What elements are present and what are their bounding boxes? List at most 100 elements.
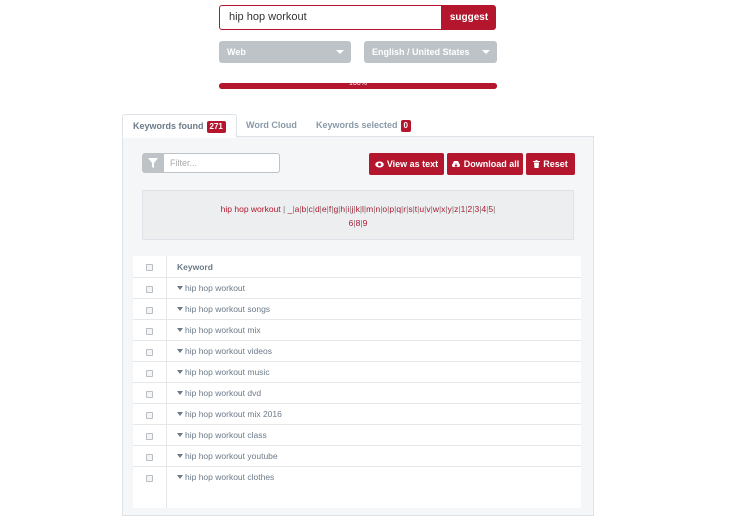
row-checkbox[interactable] xyxy=(146,349,153,356)
row-checkbox-cell xyxy=(133,404,167,424)
language-select[interactable]: English / United States xyxy=(364,41,497,63)
caret-down-icon xyxy=(177,328,183,332)
row-checkbox-cell xyxy=(133,299,167,319)
keyword-link[interactable]: hip hop workout songs xyxy=(177,299,270,320)
keyword-link[interactable]: hip hop workout class xyxy=(177,425,267,446)
table-row: hip hop workout videos xyxy=(133,341,581,362)
suggest-button[interactable]: suggest xyxy=(442,5,496,30)
keyword-link[interactable]: hip hop workout clothes xyxy=(177,467,274,488)
alphabet-separator: | xyxy=(280,204,288,214)
keyword-link[interactable]: hip hop workout mix xyxy=(177,320,261,341)
row-checkbox[interactable] xyxy=(146,433,153,440)
tab-word-cloud[interactable]: Word Cloud xyxy=(246,114,297,136)
chevron-down-icon xyxy=(482,50,490,54)
row-checkbox-cell xyxy=(133,320,167,340)
table-row: hip hop workout clothes xyxy=(133,467,581,488)
row-checkbox[interactable] xyxy=(146,391,153,398)
row-checkbox-cell xyxy=(133,341,167,361)
tab-keywords-selected[interactable]: Keywords selected 0 xyxy=(316,114,411,136)
keyword-text: hip hop workout mix 2016 xyxy=(185,409,282,419)
caret-down-icon xyxy=(177,433,183,437)
tab-keywords-found-label: Keywords found xyxy=(133,121,204,131)
row-checkbox[interactable] xyxy=(146,307,153,314)
funnel-icon xyxy=(142,153,164,173)
row-checkbox-cell xyxy=(133,467,167,487)
keyword-link[interactable]: hip hop workout dvd xyxy=(177,383,261,404)
row-checkbox[interactable] xyxy=(146,328,153,335)
source-select-value: Web xyxy=(227,47,246,57)
keywords-found-count-badge: 271 xyxy=(206,120,226,133)
keyword-text: hip hop workout clothes xyxy=(185,472,275,482)
keywords-selected-count-badge: 0 xyxy=(400,119,411,132)
table-empty-area xyxy=(133,487,581,508)
progress-bar: 100% xyxy=(219,80,497,89)
caret-down-icon xyxy=(177,286,183,290)
row-checkbox-cell xyxy=(133,425,167,445)
caret-down-icon xyxy=(177,349,183,353)
tab-keywords-selected-label: Keywords selected xyxy=(316,120,398,130)
keyword-text: hip hop workout mix xyxy=(185,325,261,335)
progress-label: 100% xyxy=(349,80,367,87)
filter-input[interactable]: Filter... xyxy=(164,153,280,173)
caret-down-icon xyxy=(177,391,183,395)
row-checkbox-cell xyxy=(133,383,167,403)
cloud-download-icon xyxy=(451,160,460,168)
table-row: hip hop workout music xyxy=(133,362,581,383)
keyword-text: hip hop workout class xyxy=(185,430,267,440)
empty-checkbox-column xyxy=(133,487,167,508)
caret-down-icon xyxy=(177,454,183,458)
caret-down-icon xyxy=(177,307,183,311)
row-checkbox[interactable] xyxy=(146,412,153,419)
tab-keywords-found[interactable]: Keywords found 271 xyxy=(122,114,237,138)
search-input[interactable]: hip hop workout xyxy=(219,5,442,30)
caret-down-icon xyxy=(177,475,183,479)
keyword-text: hip hop workout dvd xyxy=(185,388,262,398)
keyword-column-header[interactable]: Keyword xyxy=(177,256,213,278)
reset-button[interactable]: Reset xyxy=(526,153,575,175)
table-row: hip hop workout mix xyxy=(133,320,581,341)
row-checkbox[interactable] xyxy=(146,370,153,377)
view-as-text-label: View as text xyxy=(386,159,439,169)
source-select[interactable]: Web xyxy=(219,41,351,63)
chevron-down-icon xyxy=(336,50,344,54)
table-row: hip hop workout class xyxy=(133,425,581,446)
alphabet-separator: | xyxy=(493,204,496,214)
keyword-link[interactable]: hip hop workout mix 2016 xyxy=(177,404,282,425)
language-select-value: English / United States xyxy=(372,47,470,57)
table-row: hip hop workout dvd xyxy=(133,383,581,404)
row-checkbox[interactable] xyxy=(146,454,153,461)
row-checkbox[interactable] xyxy=(146,286,153,293)
caret-down-icon xyxy=(177,370,183,374)
alphabet-filter: hip hop workout | _|a|b|c|d|e|f|g|h|i|j|… xyxy=(142,190,574,240)
select-all-cell xyxy=(133,256,167,277)
keyword-text: hip hop workout music xyxy=(185,367,270,377)
row-checkbox-cell xyxy=(133,278,167,298)
row-checkbox[interactable] xyxy=(146,475,153,482)
alphabet-link-9[interactable]: 9 xyxy=(363,218,368,228)
keyword-link[interactable]: hip hop workout music xyxy=(177,362,270,383)
table-header-row: Keyword xyxy=(133,256,581,278)
keyword-text: hip hop workout songs xyxy=(185,304,271,314)
row-checkbox-cell xyxy=(133,446,167,466)
table-row: hip hop workout youtube xyxy=(133,446,581,467)
keyword-link[interactable]: hip hop workout youtube xyxy=(177,446,278,467)
download-all-label: Download all xyxy=(463,159,520,169)
keyword-text: hip hop workout youtube xyxy=(185,451,278,461)
keyword-link[interactable]: hip hop workout xyxy=(177,278,245,299)
keyword-text: hip hop workout xyxy=(185,283,246,293)
caret-down-icon xyxy=(177,412,183,416)
row-checkbox-cell xyxy=(133,362,167,382)
table-row: hip hop workout songs xyxy=(133,299,581,320)
table-row: hip hop workout mix 2016 xyxy=(133,404,581,425)
view-as-text-button[interactable]: View as text xyxy=(369,153,444,175)
keyword-link[interactable]: hip hop workout videos xyxy=(177,341,272,362)
keyword-text: hip hop workout videos xyxy=(185,346,272,356)
tab-word-cloud-label: Word Cloud xyxy=(246,120,297,130)
eye-icon xyxy=(375,161,384,168)
alphabet-query-link[interactable]: hip hop workout xyxy=(221,204,281,214)
select-all-checkbox[interactable] xyxy=(146,264,153,271)
keywords-table: Keyword hip hop workout hip hop workout s… xyxy=(133,256,581,488)
download-all-button[interactable]: Download all xyxy=(447,153,523,175)
filter-group: Filter... xyxy=(142,153,280,173)
trash-icon xyxy=(533,160,541,168)
